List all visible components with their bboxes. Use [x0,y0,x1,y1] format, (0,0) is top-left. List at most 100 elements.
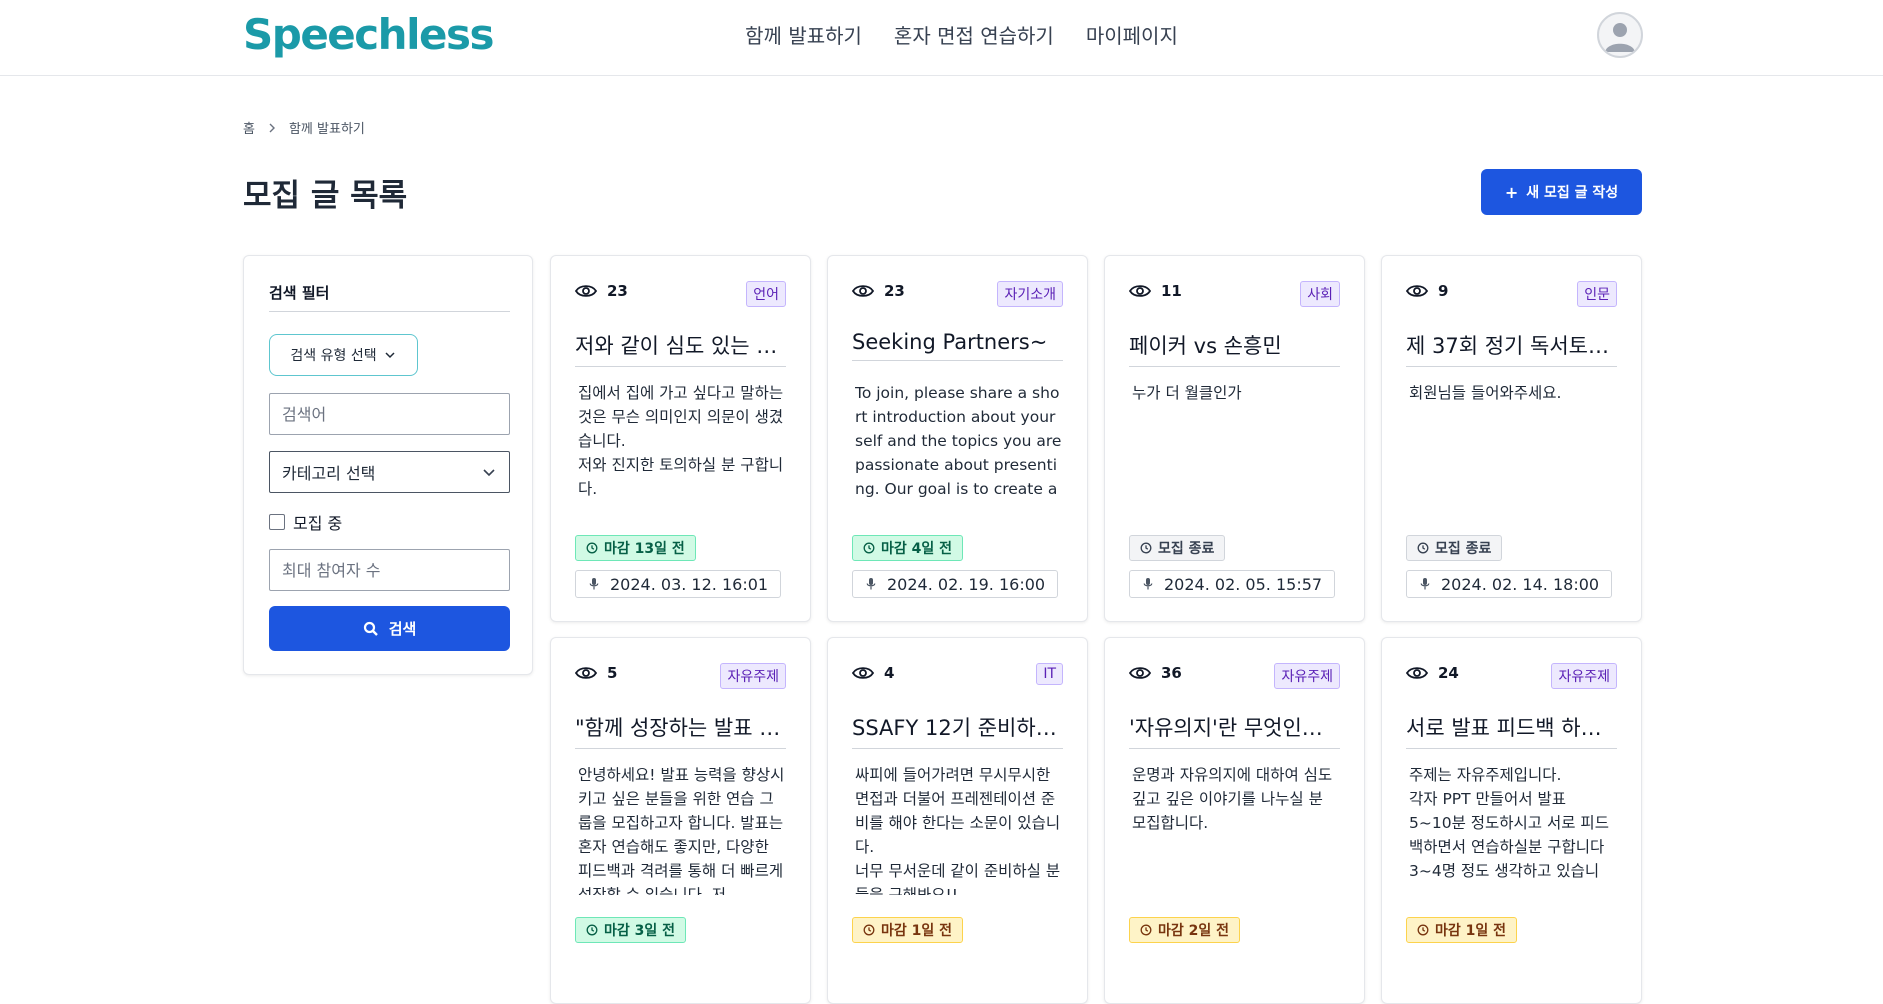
view-count-value: 9 [1438,282,1449,300]
view-count-value: 23 [884,282,905,300]
post-card[interactable]: 4 IT SSAFY 12기 준비하실 분 싸피에 들어가려면 무시무시한 면접과 더… [827,637,1088,1004]
post-card[interactable]: 9 인문 제 37회 정기 독서토론회 회원님들 들어와주세요. 모집 종료 2024. … [1381,255,1642,622]
deadline-badge: 마감 1일 전 [852,917,964,943]
nav-item-interview-practice[interactable]: 혼자 면접 연습하기 [894,20,1054,49]
deadline-text: 마감 4일 전 [881,541,953,557]
card-description: 회원님들 들어와주세요. [1409,384,1562,402]
view-count-value: 4 [884,664,895,682]
deadline-text: 마감 2일 전 [1158,923,1230,939]
breadcrumb-current[interactable]: 함께 발표하기 [289,118,365,137]
card-description: 누가 더 월클인가 [1132,384,1242,402]
view-count: 9 [1406,282,1448,300]
post-card[interactable]: 11 사회페이커 vs 손흥민누가 더 월클인가모집 종료 2024. 02. 05… [1104,255,1365,622]
deadline-badge: 모집 종료 [1406,535,1503,561]
search-type-label: 검색 유형 선택 [290,348,377,364]
category-badge: 언어 [746,281,786,307]
deadline-badge: 모집 종료 [1129,535,1226,561]
new-post-button[interactable]: + 새 모집 글 작성 [1481,169,1642,215]
deadline-badge: 마감 1일 전 [1406,917,1518,943]
session-date-text: 2024. 02. 14. 18:00 [1441,574,1600,594]
microphone-icon [1142,577,1154,591]
breadcrumb-home[interactable]: 홈 [243,118,255,137]
category-badge: 자유주제 [720,663,786,689]
session-date: 2024. 03. 12. 16:01 [575,570,782,598]
post-card[interactable]: 23 자기소개 Seeking Partners~ To join, please s… [827,255,1088,622]
view-count: 24 [1406,664,1459,682]
view-count: 4 [852,664,894,682]
filter-title: 검색 필터 [269,282,510,312]
session-date: 2024. 02. 05. 15:57 [1129,570,1336,598]
search-filter-panel: 검색 필터 검색 유형 선택 카테고리 선택 모집 중 검색 [243,255,533,675]
eye-icon [575,666,597,680]
category-badge: 자기소개 [997,281,1063,307]
clock-icon [1417,542,1429,554]
post-card[interactable]: 36 자유주제 '자유의지'란 무엇인지 토론해요운명과 자유의지에 대하여 심도 … [1104,637,1365,1004]
card-description: 안녕하세요! 발표 능력을 향상시키고 싶은 분들을 위한 연습 그룹을 모집하… [578,766,785,895]
deadline-badge: 마감 4일 전 [852,535,964,561]
clock-icon [863,924,875,936]
avatar[interactable] [1597,12,1643,58]
card-title: 제 37회 정기 독서토론회 [1406,330,1617,367]
view-count: 11 [1129,282,1182,300]
card-title: 저와 같이 심도 있는 토론하실 분 [575,330,786,367]
view-count-value: 23 [607,282,628,300]
recruiting-checkbox[interactable] [269,514,285,530]
category-select[interactable]: 카테고리 선택 [269,451,510,493]
post-card[interactable]: 23 언어저와 같이 심도 있는 토론하실 분집에서 집에 가고 싶다고 말하는 … [550,255,811,622]
card-title: SSAFY 12기 준비하실 분 [852,712,1063,749]
deadline-badge: 마감 2일 전 [1129,917,1241,943]
card-description: 주제는 자유주제입니다. 각자 PPT 만들어서 발표 5~10분 정도하시고 … [1409,766,1609,880]
deadline-text: 마감 1일 전 [1435,923,1507,939]
chevron-down-icon [385,352,395,359]
deadline-text: 마감 1일 전 [881,923,953,939]
top-header: Speechless 함께 발표하기 혼자 면접 연습하기 마이페이지 [0,0,1883,76]
max-participants-input[interactable] [269,549,510,591]
search-type-select[interactable]: 검색 유형 선택 [269,334,418,376]
new-post-label: 새 모집 글 작성 [1526,185,1619,201]
page-title: 모집 글 목록 [243,178,408,214]
user-icon [1605,23,1635,52]
clock-icon [1417,924,1429,936]
chevron-down-icon [483,469,495,477]
eye-icon [852,284,874,298]
nav-item-mypage[interactable]: 마이페이지 [1086,20,1178,49]
category-select-label: 카테고리 선택 [282,464,376,483]
nav-item-present-together[interactable]: 함께 발표하기 [745,20,862,49]
session-date-text: 2024. 02. 05. 15:57 [1164,574,1323,594]
plus-icon: + [1504,182,1519,202]
card-description: To join, please share a short introducti… [855,384,1062,498]
search-button-label: 검색 [388,620,417,638]
search-keyword-input[interactable] [269,393,510,435]
deadline-text: 마감 3일 전 [604,923,676,939]
category-badge: IT [1036,663,1063,685]
deadline-badge: 마감 13일 전 [575,535,696,561]
breadcrumb: 홈 함께 발표하기 [243,118,365,137]
view-count-value: 24 [1438,664,1459,682]
deadline-text: 모집 종료 [1158,541,1215,557]
microphone-icon [865,577,877,591]
session-date: 2024. 02. 14. 18:00 [1406,570,1613,598]
eye-icon [1406,666,1428,680]
post-card[interactable]: 24 자유주제서로 발표 피드백 하며 연습해요주제는 자유주제입니다. 각자 P… [1381,637,1642,1004]
card-title: 페이커 vs 손흥민 [1129,330,1340,367]
view-count: 23 [852,282,905,300]
session-date: 2024. 02. 19. 16:00 [852,570,1059,598]
post-card[interactable]: 5 자유주제 "함께 성장하는 발표 연습 모임" 안녕하세요! 발표 능력을 향상시… [550,637,811,1004]
microphone-icon [1419,577,1431,591]
card-description: 집에서 집에 가고 싶다고 말하는 것은 무슨 의미인지 의문이 생겼습니다. … [578,384,784,498]
view-count: 23 [575,282,628,300]
card-title: '자유의지'란 무엇인지 토론해요 [1129,712,1340,749]
clock-icon [586,924,598,936]
card-title: Seeking Partners~ [852,330,1063,361]
eye-icon [575,284,597,298]
view-count-value: 36 [1161,664,1182,682]
eye-icon [1129,666,1151,680]
eye-icon [1406,284,1428,298]
clock-icon [586,542,598,554]
session-date-text: 2024. 03. 12. 16:01 [610,574,769,594]
deadline-badge: 마감 3일 전 [575,917,687,943]
category-badge: 사회 [1300,281,1340,307]
card-title: "함께 성장하는 발표 연습 모임" [575,712,786,749]
search-button[interactable]: 검색 [269,606,510,651]
recruiting-checkbox-row: 모집 중 [269,510,342,534]
